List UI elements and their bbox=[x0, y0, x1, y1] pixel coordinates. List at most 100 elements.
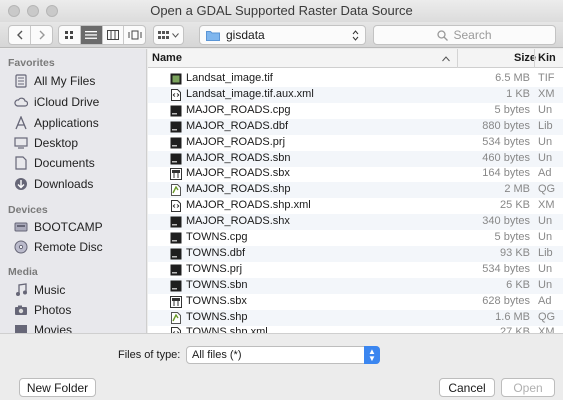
window-title: Open a GDAL Supported Raster Data Source bbox=[150, 3, 413, 18]
cancel-button[interactable]: Cancel bbox=[439, 378, 495, 397]
file-kind: Ad bbox=[538, 167, 552, 180]
file-kind: Ad bbox=[538, 294, 552, 307]
coverflow-view-icon bbox=[128, 30, 142, 40]
sidebar-item-photos[interactable]: Photos bbox=[14, 300, 71, 320]
back-button[interactable] bbox=[9, 26, 31, 44]
stepper-arrows-icon bbox=[352, 30, 359, 41]
file-row[interactable]: MAJOR_ROADS.sbx 164 bytes Ad bbox=[148, 166, 563, 182]
generic-file-icon bbox=[170, 137, 182, 149]
desktop-icon bbox=[14, 136, 28, 150]
file-kind: Un bbox=[538, 262, 553, 275]
column-header-kind[interactable]: Kin bbox=[538, 52, 556, 64]
column-header-size[interactable]: Size bbox=[514, 52, 536, 64]
file-name: TOWNS.shp.xml bbox=[186, 326, 268, 333]
new-folder-button[interactable]: New Folder bbox=[19, 378, 96, 397]
file-size: 2 MB bbox=[504, 183, 530, 196]
column-view-button[interactable] bbox=[103, 26, 125, 44]
sidebar: Favorites All My Files iCloud Drive Appl… bbox=[0, 49, 147, 333]
file-row[interactable]: MAJOR_ROADS.prj 534 bytes Un bbox=[148, 135, 563, 151]
file-type-value: All files (*) bbox=[192, 349, 242, 361]
file-row[interactable]: TOWNS.shp 1.6 MB QG bbox=[148, 309, 563, 326]
sidebar-item-bootcamp[interactable]: BOOTCAMP bbox=[14, 217, 103, 237]
chevron-left-icon bbox=[16, 30, 22, 40]
generic-file-icon bbox=[170, 248, 182, 260]
sidebar-item-documents[interactable]: Documents bbox=[14, 153, 95, 173]
minimize-window-button[interactable] bbox=[27, 5, 39, 17]
file-size: 1 KB bbox=[506, 87, 530, 100]
file-size: 164 bytes bbox=[482, 167, 530, 180]
file-row[interactable]: TOWNS.shp.xml 27 KB XM bbox=[148, 325, 563, 333]
file-name: TOWNS.prj bbox=[186, 262, 243, 275]
file-name: MAJOR_ROADS.shp bbox=[186, 183, 291, 196]
file-row[interactable]: MAJOR_ROADS.shp 2 MB QG bbox=[148, 182, 563, 199]
column-header-name[interactable]: Name bbox=[152, 52, 182, 64]
file-row[interactable]: TOWNS.sbx 628 bytes Ad bbox=[148, 294, 563, 310]
music-icon bbox=[14, 283, 28, 297]
zoom-window-button[interactable] bbox=[46, 5, 58, 17]
file-row[interactable]: Landsat_image.tif 6.5 MB TIF bbox=[148, 71, 563, 87]
file-row[interactable]: MAJOR_ROADS.shx 340 bytes Un bbox=[148, 214, 563, 231]
file-kind: Un bbox=[538, 103, 553, 116]
sidebar-item-desktop[interactable]: Desktop bbox=[14, 133, 78, 153]
arrange-button[interactable] bbox=[153, 25, 184, 45]
cloud-icon bbox=[14, 95, 28, 109]
file-row[interactable]: MAJOR_ROADS.sbn 460 bytes Un bbox=[148, 150, 563, 167]
applications-icon bbox=[14, 116, 28, 130]
sbx-file-icon bbox=[170, 295, 182, 308]
file-kind: Un bbox=[538, 215, 553, 228]
file-kind: Un bbox=[538, 151, 553, 164]
photos-icon bbox=[14, 303, 28, 317]
close-window-button[interactable] bbox=[8, 5, 20, 17]
search-placeholder: Search bbox=[453, 28, 492, 42]
file-kind: TIF bbox=[538, 72, 555, 84]
file-row[interactable]: MAJOR_ROADS.dbf 880 bytes Lib bbox=[148, 118, 563, 135]
disc-icon bbox=[14, 240, 28, 254]
view-mode-selector bbox=[58, 25, 146, 45]
xml-file-icon bbox=[170, 200, 182, 213]
file-type-select[interactable]: All files (*) ▲ ▼ bbox=[186, 346, 380, 364]
coverflow-view-button[interactable] bbox=[124, 26, 145, 44]
file-row[interactable]: MAJOR_ROADS.cpg 5 bytes Un bbox=[148, 103, 563, 119]
file-name: MAJOR_ROADS.sbx bbox=[186, 167, 290, 180]
sidebar-item-downloads[interactable]: Downloads bbox=[14, 174, 93, 194]
location-popup[interactable]: gisdata bbox=[199, 25, 366, 45]
toolbar: gisdata Search bbox=[0, 22, 563, 48]
generic-file-icon bbox=[170, 216, 182, 228]
search-field[interactable]: Search bbox=[373, 25, 556, 45]
file-size: 93 KB bbox=[500, 246, 530, 259]
sidebar-item-icloud-drive[interactable]: iCloud Drive bbox=[14, 92, 99, 112]
icon-view-button[interactable] bbox=[59, 26, 81, 44]
file-row[interactable]: TOWNS.dbf 93 KB Lib bbox=[148, 245, 563, 262]
search-icon bbox=[437, 29, 449, 41]
file-size: 534 bytes bbox=[482, 262, 530, 275]
sidebar-item-music[interactable]: Music bbox=[14, 280, 65, 300]
title-bar: Open a GDAL Supported Raster Data Source bbox=[0, 0, 563, 22]
sidebar-item-movies[interactable]: Movies bbox=[14, 320, 72, 333]
chevron-down-icon bbox=[172, 32, 179, 38]
file-kind: Un bbox=[538, 135, 553, 148]
sidebar-item-label: Downloads bbox=[34, 177, 94, 191]
file-name: MAJOR_ROADS.prj bbox=[186, 135, 286, 148]
sidebar-item-applications[interactable]: Applications bbox=[14, 113, 99, 133]
file-row[interactable]: TOWNS.cpg 5 bytes Un bbox=[148, 230, 563, 246]
forward-button[interactable] bbox=[31, 26, 52, 44]
sidebar-item-all-my-files[interactable]: All My Files bbox=[14, 71, 95, 91]
file-kind: Lib bbox=[538, 246, 553, 259]
list-view-button[interactable] bbox=[80, 26, 103, 44]
file-row[interactable]: Landsat_image.tif.aux.xml 1 KB XM bbox=[148, 86, 563, 103]
file-name: TOWNS.cpg bbox=[186, 231, 248, 243]
generic-file-icon bbox=[170, 280, 182, 292]
location-label: gisdata bbox=[226, 28, 265, 42]
file-size: 340 bytes bbox=[482, 215, 530, 228]
file-row[interactable]: TOWNS.prj 534 bytes Un bbox=[148, 262, 563, 278]
file-kind: XM bbox=[538, 326, 555, 333]
sidebar-item-remote-disc[interactable]: Remote Disc bbox=[14, 237, 103, 257]
file-row[interactable]: TOWNS.sbn 6 KB Un bbox=[148, 277, 563, 294]
sidebar-item-label: Applications bbox=[34, 116, 99, 130]
xml-file-icon bbox=[170, 88, 182, 101]
file-row[interactable]: MAJOR_ROADS.shp.xml 25 KB XM bbox=[148, 198, 563, 214]
file-name: TOWNS.sbn bbox=[186, 278, 248, 291]
sidebar-item-label: Desktop bbox=[34, 136, 79, 150]
open-button[interactable]: Open bbox=[501, 378, 555, 397]
sort-ascending-icon bbox=[442, 56, 450, 62]
